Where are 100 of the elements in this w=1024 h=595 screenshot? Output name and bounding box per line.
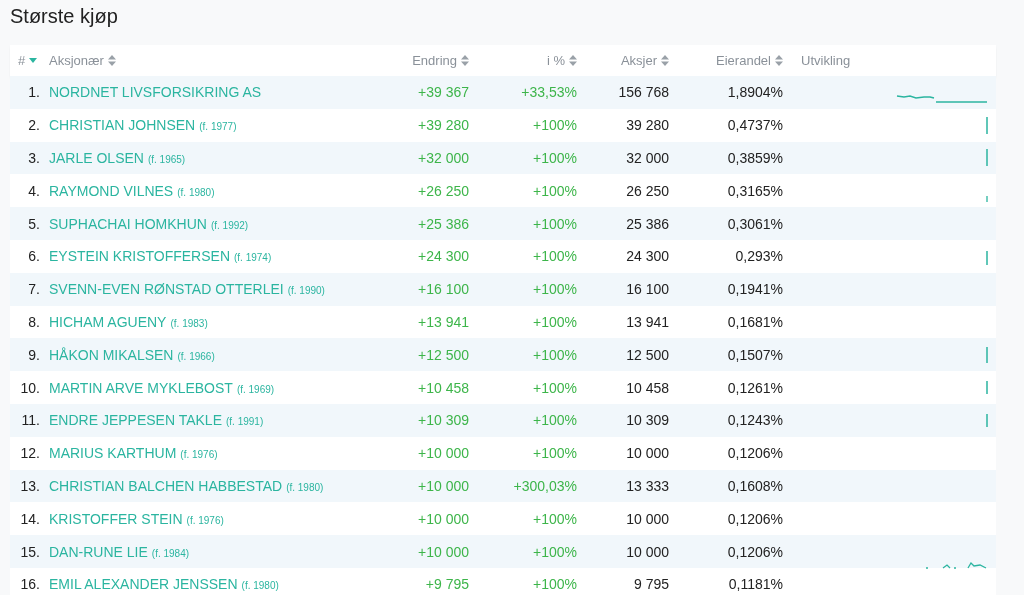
shareholder-link[interactable]: KRISTOFFER STEIN <box>49 510 183 527</box>
change-cell: +39 367 <box>418 84 469 101</box>
ownership-cell: 0,1206% <box>727 445 783 462</box>
change-cell: +39 280 <box>418 117 469 134</box>
birth-year: (f. 1976) <box>180 449 218 461</box>
rank: 9. <box>28 346 40 363</box>
ownership-cell: 0,3061% <box>727 215 783 232</box>
rank: 1. <box>28 84 40 101</box>
column-header[interactable]: Endring <box>412 53 457 68</box>
rank: 2. <box>28 117 40 134</box>
column-header[interactable]: Aksjer <box>620 53 657 68</box>
shares-cell: 156 768 <box>618 84 669 101</box>
ownership-cell: 0,4737% <box>727 117 783 134</box>
shares-cell: 9 795 <box>633 576 669 593</box>
birth-year: (f. 1974) <box>234 252 272 264</box>
shareholder-link[interactable]: CHRISTIAN BALCHEN HABBESTAD <box>49 477 283 494</box>
shares-cell: 10 000 <box>626 543 669 560</box>
percent-cell: +100% <box>533 543 577 560</box>
percent-cell: +100% <box>533 412 577 429</box>
column-header[interactable]: Aksjonær <box>49 53 104 68</box>
shareholder-link[interactable]: HÅKON MIKALSEN <box>49 346 174 363</box>
rank: 16. <box>20 576 40 593</box>
shareholder-link[interactable]: ENDRE JEPPESEN TAKLE <box>49 412 222 429</box>
ownership-cell: 0,1608% <box>727 477 783 494</box>
shares-cell: 10 000 <box>626 510 669 527</box>
shareholder-link[interactable]: SVENN-EVEN RØNSTAD OTTERLEI <box>49 281 284 298</box>
change-cell: +9 795 <box>425 576 469 593</box>
shares-cell: 10 458 <box>626 379 669 396</box>
shareholder-link[interactable]: NORDNET LIVSFORSIKRING AS <box>49 84 262 101</box>
shareholder-link[interactable]: EYSTEIN KRISTOFFERSEN <box>49 248 230 265</box>
change-cell: +12 500 <box>418 346 469 363</box>
birth-year: (f. 1976) <box>186 514 224 526</box>
column-header[interactable]: i % <box>546 53 565 68</box>
change-cell: +10 309 <box>418 412 469 429</box>
shareholder-link[interactable]: CHRISTIAN JOHNSEN <box>49 117 196 134</box>
percent-cell: +100% <box>533 313 577 330</box>
rank: 3. <box>28 150 40 166</box>
shareholder-link[interactable]: DAN-RUNE LIE <box>49 543 148 560</box>
change-cell: +10 458 <box>418 379 469 396</box>
sparkline <box>986 149 988 167</box>
rank: 12. <box>20 445 40 462</box>
percent-cell: +100% <box>533 510 577 527</box>
percent-cell: +33,53% <box>521 84 577 101</box>
birth-year: (f. 1984) <box>151 547 190 559</box>
shares-cell: 25 386 <box>626 215 669 232</box>
shareholder-link[interactable]: MARTIN ARVE MYKLEBOST <box>49 379 233 396</box>
column-header: Utvikling <box>801 53 851 68</box>
shareholder-link[interactable]: SUPHACHAI HOMKHUN <box>49 215 207 232</box>
ownership-cell: 0,3165% <box>727 182 783 199</box>
change-cell: +10 000 <box>418 510 469 527</box>
birth-year: (f. 1992) <box>210 219 249 231</box>
column-header[interactable]: Eierandel <box>716 53 771 68</box>
rank: 14. <box>20 510 40 527</box>
ownership-cell: 0,1243% <box>727 412 783 429</box>
rank: 6. <box>28 248 40 265</box>
page-title: Største kjøp <box>9 4 119 29</box>
birth-year: (f. 1990) <box>287 285 325 297</box>
sparkline <box>986 251 988 266</box>
birth-year: (f. 1991) <box>226 416 264 428</box>
ownership-cell: 0,1261% <box>727 379 783 396</box>
shares-cell: 32 000 <box>626 150 669 166</box>
shares-cell: 10 309 <box>626 412 669 429</box>
rank: 11. <box>21 412 40 429</box>
change-cell: +26 250 <box>418 182 469 199</box>
ownership-cell: 0,1181% <box>728 576 783 593</box>
change-cell: +10 000 <box>418 477 469 494</box>
percent-cell: +100% <box>533 379 577 396</box>
percent-cell: +100% <box>533 248 577 265</box>
ownership-cell: 1,8904% <box>727 84 783 101</box>
ownership-cell: 0,293% <box>735 248 783 265</box>
birth-year: (f. 1977) <box>199 121 237 133</box>
shares-cell: 39 280 <box>626 117 669 134</box>
column-header[interactable]: # <box>18 53 26 68</box>
shares-cell: 26 250 <box>626 182 669 199</box>
sparkline <box>986 413 988 427</box>
change-cell: +10 000 <box>418 543 469 560</box>
ownership-cell: 0,1507% <box>727 346 783 363</box>
ownership-cell: 0,1681% <box>727 313 783 330</box>
birth-year: (f. 1983) <box>170 317 208 329</box>
shareholder-link[interactable]: RAYMOND VILNES <box>49 182 174 199</box>
change-cell: +24 300 <box>418 248 469 265</box>
change-cell: +25 386 <box>418 215 469 232</box>
shares-cell: 13 941 <box>626 313 669 330</box>
shareholder-link[interactable]: MARIUS KARTHUM <box>49 445 177 462</box>
rank: 13. <box>20 477 40 494</box>
shareholder-link[interactable]: JARLE OLSEN <box>49 150 144 166</box>
rank: 15. <box>20 543 40 560</box>
birth-year: (f. 1980) <box>241 580 279 592</box>
shares-cell: 10 000 <box>626 445 669 462</box>
shareholder-link[interactable]: EMIL ALEXANDER JENSSEN <box>49 576 238 593</box>
percent-cell: +100% <box>533 182 577 199</box>
birth-year: (f. 1969) <box>236 383 275 395</box>
percent-cell: +100% <box>533 445 577 462</box>
birth-year: (f. 1980) <box>177 186 215 198</box>
percent-cell: +100% <box>533 576 577 593</box>
shares-cell: 16 100 <box>626 281 669 298</box>
shares-cell: 24 300 <box>626 248 669 265</box>
change-cell: +13 941 <box>418 313 469 330</box>
shareholder-link[interactable]: HICHAM AGUENY <box>49 313 167 330</box>
rank: 5. <box>28 215 40 232</box>
